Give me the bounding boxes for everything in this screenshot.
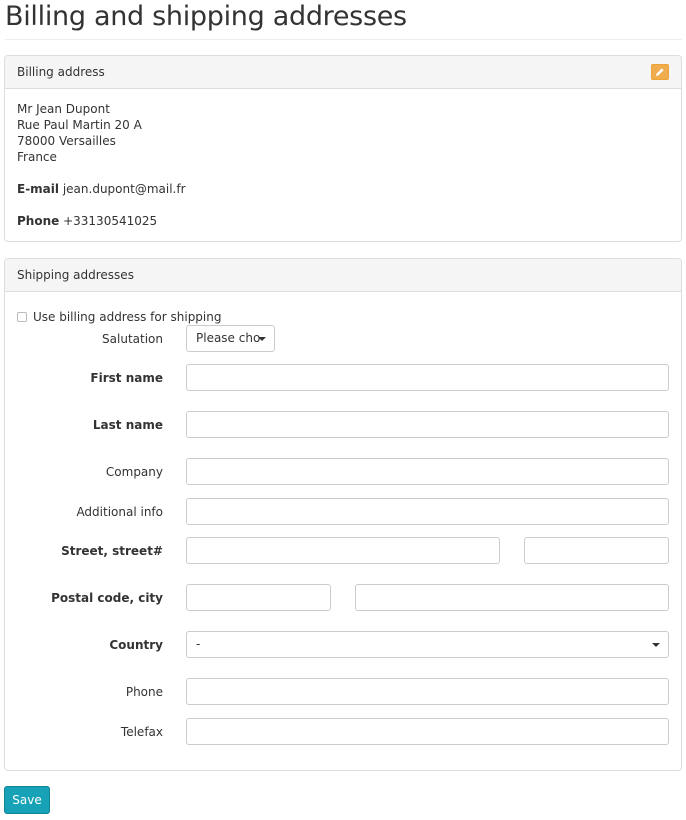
billing-city: 78000 Versailles <box>17 134 116 148</box>
shipping-panel: Shipping addresses Use billing address f… <box>4 258 682 771</box>
billing-phone-label: Phone <box>17 214 60 228</box>
use-billing-checkbox[interactable] <box>17 312 27 322</box>
billing-panel: Billing address Mr Jean Dupont Rue Paul … <box>4 55 682 242</box>
billing-phone-line: Phone +33130541025 <box>17 213 186 229</box>
salutation-label: Salutation <box>102 332 163 346</box>
company-input[interactable] <box>186 458 669 485</box>
telefax-input[interactable] <box>186 718 669 745</box>
billing-panel-header: Billing address <box>5 56 681 89</box>
use-billing-row: Use billing address for shipping <box>17 310 221 324</box>
additional-info-input[interactable] <box>186 498 669 525</box>
save-button[interactable]: Save <box>4 786 50 814</box>
caret-down-icon <box>258 337 266 341</box>
billing-address-block: Mr Jean Dupont Rue Paul Martin 20 A 7800… <box>17 101 186 229</box>
phone-label: Phone <box>125 685 163 699</box>
last-name-label: Last name <box>92 418 163 432</box>
use-billing-label[interactable]: Use billing address for shipping <box>33 310 221 324</box>
billing-email-line: E-mail jean.dupont@mail.fr <box>17 181 186 197</box>
shipping-panel-header: Shipping addresses <box>5 259 681 292</box>
city-input[interactable] <box>355 584 669 611</box>
billing-street: Rue Paul Martin 20 A <box>17 118 142 132</box>
caret-down-icon <box>652 643 660 647</box>
billing-email-label: E-mail <box>17 182 60 196</box>
postal-code-input[interactable] <box>186 584 331 611</box>
street-number-input[interactable] <box>524 537 669 564</box>
shipping-header-label: Shipping addresses <box>17 268 134 282</box>
billing-phone: +33130541025 <box>63 214 158 228</box>
page-title: Billing and shipping addresses <box>5 1 407 32</box>
pencil-icon <box>656 68 664 76</box>
edit-billing-button[interactable] <box>651 64 669 80</box>
telefax-label: Telefax <box>120 725 163 739</box>
billing-country: France <box>17 150 57 164</box>
last-name-input[interactable] <box>186 411 669 438</box>
first-name-label: First name <box>90 371 163 385</box>
country-value: - <box>196 637 201 651</box>
first-name-input[interactable] <box>186 364 669 391</box>
billing-header-label: Billing address <box>17 65 105 79</box>
postal-city-label: Postal code, city <box>51 591 163 605</box>
salutation-value: Please cho <box>196 331 261 345</box>
street-label: Street, street# <box>61 544 163 558</box>
phone-input[interactable] <box>186 678 669 705</box>
salutation-dropdown[interactable]: Please cho <box>186 325 275 352</box>
street-input[interactable] <box>186 537 500 564</box>
country-label: Country <box>109 638 163 652</box>
company-label: Company <box>105 465 163 479</box>
billing-name: Mr Jean Dupont <box>17 102 110 116</box>
billing-email: jean.dupont@mail.fr <box>62 182 186 196</box>
title-divider <box>5 39 682 40</box>
additional-info-label: Additional info <box>76 505 163 519</box>
country-select[interactable]: - <box>186 631 669 658</box>
